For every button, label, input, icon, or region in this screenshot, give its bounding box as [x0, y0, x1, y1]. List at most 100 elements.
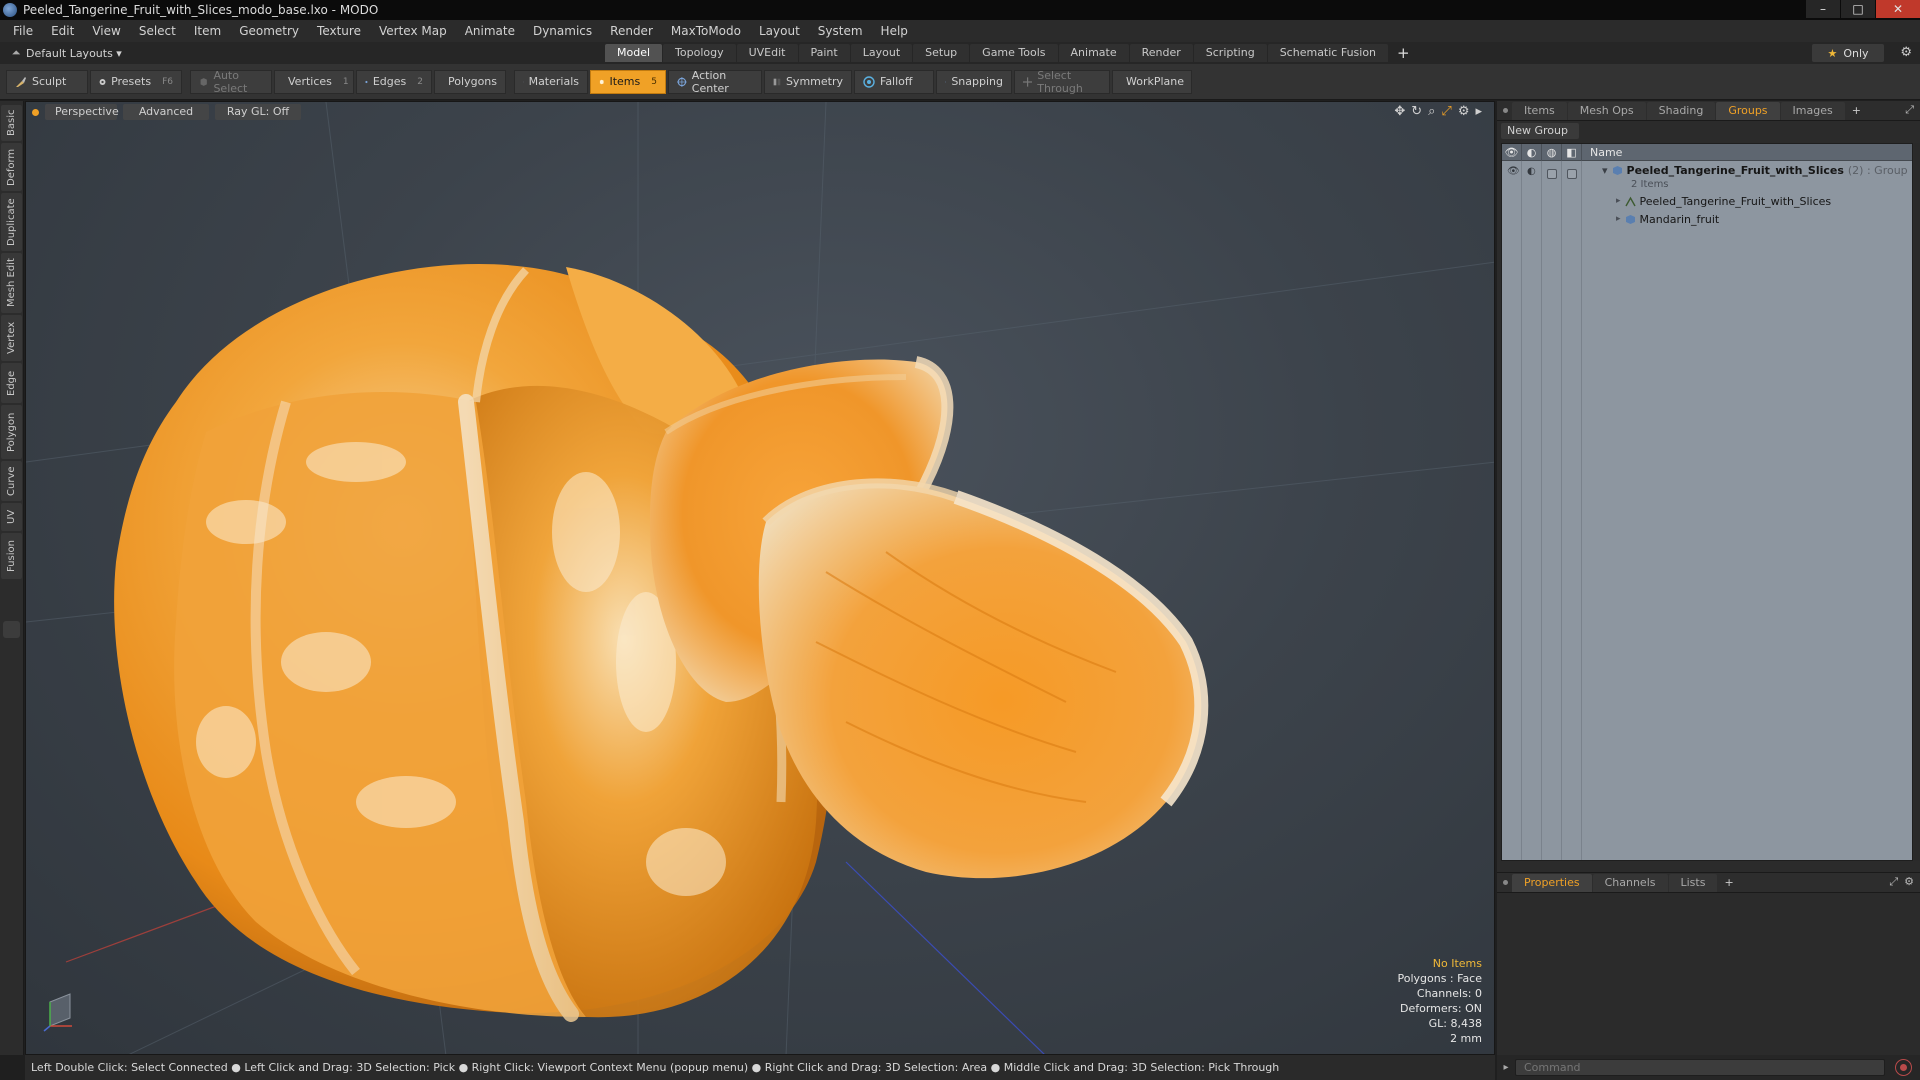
vtab-deform[interactable]: Deform — [1, 143, 22, 191]
properties-menu-dot[interactable] — [1503, 880, 1508, 885]
menu-edit[interactable]: Edit — [42, 24, 83, 38]
render-column-icon[interactable]: ◐ — [1522, 144, 1542, 161]
menu-system[interactable]: System — [809, 24, 872, 38]
close-button[interactable]: ✕ — [1876, 0, 1920, 18]
menu-vertex-map[interactable]: Vertex Map — [370, 24, 456, 38]
perspective-button[interactable]: Perspective — [45, 104, 119, 120]
zoom-icon[interactable]: ⌕ — [1428, 104, 1435, 119]
group-render-icon[interactable]: ◐ — [1527, 166, 1536, 177]
vtab-vertex[interactable]: Vertex — [1, 315, 22, 361]
lock-column-icon[interactable]: ◍ — [1542, 144, 1562, 161]
menu-dynamics[interactable]: Dynamics — [524, 24, 601, 38]
tab-scripting[interactable]: Scripting — [1193, 44, 1267, 62]
raygl-button[interactable]: Ray GL: Off — [215, 104, 301, 120]
sculpt-button[interactable]: Sculpt — [6, 69, 88, 94]
menu-select[interactable]: Select — [130, 24, 185, 38]
action-center-button[interactable]: Action Center — [668, 69, 762, 95]
rotate-icon[interactable]: ↻ — [1411, 104, 1422, 119]
vtab-fusion[interactable]: Fusion — [1, 533, 22, 579]
add-panel-tab-button[interactable]: + — [1846, 102, 1867, 120]
only-toggle-button[interactable]: ★ Only — [1812, 44, 1884, 62]
gear-icon[interactable]: ⚙ — [1900, 45, 1912, 60]
viewport-settings-icon[interactable]: ⚙ — [1458, 104, 1470, 119]
vtab-uv[interactable]: UV — [1, 503, 22, 531]
tab-shading[interactable]: Shading — [1646, 101, 1716, 120]
tab-layout[interactable]: Layout — [850, 44, 913, 62]
child-expand-icon[interactable]: ▸ — [1616, 214, 1621, 224]
falloff-button[interactable]: Falloff — [854, 69, 934, 94]
menu-geometry[interactable]: Geometry — [230, 24, 308, 38]
pan-icon[interactable]: ✥ — [1394, 104, 1405, 119]
menu-file[interactable]: File — [4, 24, 42, 38]
groups-list[interactable]: 👁 ◐ ◍ ◧ Name 👁 ◐ ▾ Peeled_Tangerine_Frui… — [1501, 143, 1913, 861]
tree-item-row[interactable]: ▸ Mandarin_fruit — [1616, 211, 1719, 227]
command-record-button[interactable] — [1895, 1059, 1912, 1076]
vtab-basic[interactable]: Basic — [1, 105, 22, 141]
panel-expand-icon[interactable]: ⤢ — [1905, 103, 1914, 117]
tab-topology[interactable]: Topology — [663, 44, 736, 62]
tab-channels[interactable]: Channels — [1592, 873, 1668, 892]
tree-item-row[interactable]: ▸ Peeled_Tangerine_Fruit_with_Slices — [1616, 193, 1831, 209]
vtab-polygon[interactable]: Polygon — [1, 405, 22, 459]
snapping-button[interactable]: Snapping — [936, 69, 1012, 94]
maximize-button[interactable]: □ — [1841, 0, 1875, 18]
new-group-button[interactable]: New Group — [1501, 123, 1579, 139]
select-through-button[interactable]: Select Through — [1014, 69, 1110, 95]
menu-layout[interactable]: Layout — [750, 24, 809, 38]
auto-select-button[interactable]: Auto Select — [190, 69, 272, 95]
add-properties-tab-button[interactable]: + — [1718, 874, 1739, 892]
menu-view[interactable]: View — [83, 24, 129, 38]
menu-texture[interactable]: Texture — [308, 24, 370, 38]
menu-help[interactable]: Help — [872, 24, 917, 38]
tab-render[interactable]: Render — [1129, 44, 1193, 62]
group-lock-toggle[interactable] — [1547, 169, 1557, 179]
viewport-menu-dot[interactable] — [32, 108, 39, 116]
tab-lists[interactable]: Lists — [1668, 873, 1718, 892]
edges-button[interactable]: Edges 2 — [356, 69, 432, 94]
vtab-mesh-edit[interactable]: Mesh Edit — [1, 253, 22, 313]
tab-model[interactable]: Model — [605, 44, 663, 62]
fit-icon[interactable]: ⤢ — [1441, 104, 1451, 119]
panel-menu-dot[interactable] — [1503, 108, 1508, 113]
add-tab-button[interactable]: + — [1389, 44, 1418, 62]
workplane-button[interactable]: WorkPlane — [1112, 69, 1192, 94]
tab-images[interactable]: Images — [1780, 101, 1845, 120]
group-select-toggle[interactable] — [1567, 169, 1577, 179]
polygons-button[interactable]: Polygons — [434, 69, 506, 94]
minimize-button[interactable]: – — [1806, 0, 1840, 18]
3d-viewport[interactable]: Perspective Advanced Ray GL: Off ✥ ↻ ⌕ ⤢… — [25, 101, 1495, 1055]
collapse-up-icon[interactable]: ⏶ — [6, 46, 26, 60]
name-column-header[interactable]: Name — [1582, 146, 1622, 159]
command-input[interactable] — [1515, 1059, 1885, 1076]
menu-render[interactable]: Render — [601, 24, 662, 38]
tab-groups[interactable]: Groups — [1716, 101, 1780, 120]
vtab-edge[interactable]: Edge — [1, 363, 22, 403]
items-button[interactable]: Items 5 — [590, 69, 666, 94]
expand-toggle-icon[interactable]: ▾ — [1602, 164, 1608, 177]
tab-properties[interactable]: Properties — [1512, 873, 1592, 892]
group-visibility-icon[interactable]: 👁 — [1507, 166, 1520, 177]
groups-scrollbar[interactable] — [1914, 143, 1920, 861]
tab-uvedit[interactable]: UVEdit — [736, 44, 798, 62]
menu-animate[interactable]: Animate — [456, 24, 524, 38]
menu-item[interactable]: Item — [185, 24, 230, 38]
command-history-icon[interactable]: ▸ — [1497, 1062, 1515, 1073]
vertices-button[interactable]: Vertices 1 — [274, 69, 354, 94]
visibility-column-icon[interactable]: 👁 — [1502, 144, 1522, 161]
left-strip-toggle[interactable] — [3, 621, 20, 638]
symmetry-button[interactable]: Symmetry — [764, 69, 852, 94]
presets-button[interactable]: Presets F6 — [90, 69, 182, 94]
tab-schematic-fusion[interactable]: Schematic Fusion — [1267, 44, 1389, 62]
tab-mesh-ops[interactable]: Mesh Ops — [1567, 101, 1646, 120]
vtab-duplicate[interactable]: Duplicate — [1, 193, 22, 251]
child-expand-icon[interactable]: ▸ — [1616, 196, 1621, 206]
tab-game-tools[interactable]: Game Tools — [970, 44, 1058, 62]
tab-animate[interactable]: Animate — [1058, 44, 1129, 62]
layout-selector[interactable]: ⏶ Default Layouts ▾ — [6, 46, 122, 60]
materials-button[interactable]: Materials — [514, 69, 588, 94]
select-column-icon[interactable]: ◧ — [1562, 144, 1582, 161]
tab-setup[interactable]: Setup — [913, 44, 970, 62]
expand-arrow-icon[interactable]: ▸ — [1475, 104, 1482, 119]
vtab-curve[interactable]: Curve — [1, 461, 22, 501]
properties-expand-icon[interactable]: ⤢ — [1889, 875, 1898, 889]
